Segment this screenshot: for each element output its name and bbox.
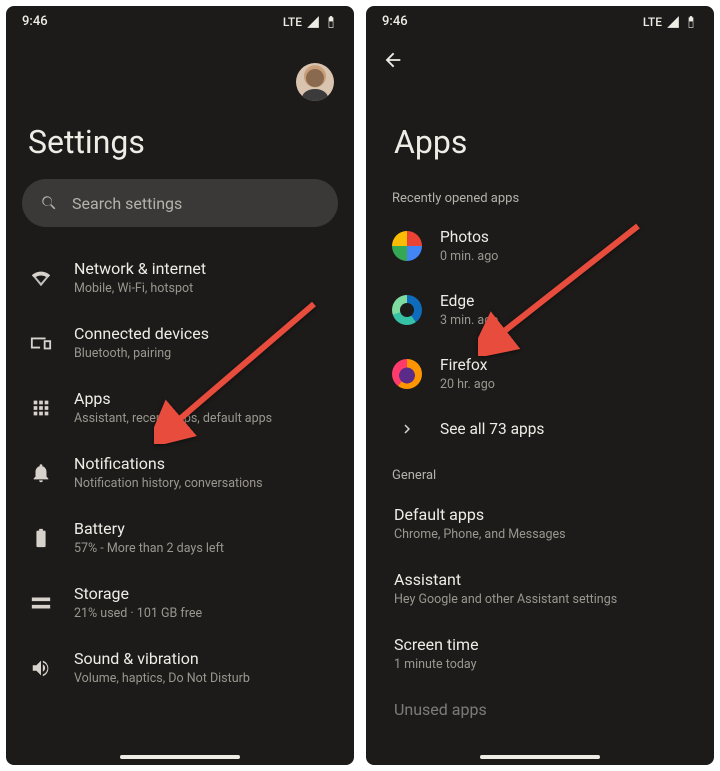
search-icon xyxy=(40,194,58,212)
item-sub: Assistant, recent apps, default apps xyxy=(74,411,332,426)
status-time: 9:46 xyxy=(382,14,408,29)
gen-label: Unused apps xyxy=(394,700,686,719)
item-label: Network & internet xyxy=(74,259,332,278)
see-all-label: See all 73 apps xyxy=(440,420,688,438)
arrow-back-icon xyxy=(382,49,404,71)
battery-std-icon xyxy=(28,525,54,551)
general-list: Default apps Chrome, Phone, and Messages… xyxy=(366,491,714,733)
settings-item-storage[interactable]: Storage 21% used · 101 GB free xyxy=(22,570,338,635)
app-sub: 0 min. ago xyxy=(440,249,688,264)
settings-screen: 9:46 LTE Settings Search settings Networ… xyxy=(6,6,354,765)
apps-icon xyxy=(28,395,54,421)
apps-screen: 9:46 LTE Apps Recently opened apps Photo… xyxy=(366,6,714,765)
app-item-edge[interactable]: Edge 3 min. ago xyxy=(378,278,702,342)
chevron-right-icon xyxy=(392,420,422,438)
signal-icon xyxy=(306,15,320,29)
firefox-app-icon xyxy=(392,359,422,389)
gen-sub: Chrome, Phone, and Messages xyxy=(394,527,686,542)
status-bar: 9:46 LTE xyxy=(366,6,714,33)
app-item-photos[interactable]: Photos 0 min. ago xyxy=(378,214,702,278)
signal-icon xyxy=(666,15,680,29)
settings-list: Network & internet Mobile, Wi-Fi, hotspot… xyxy=(6,245,354,700)
gen-sub: 1 minute today xyxy=(394,657,686,672)
settings-item-sound[interactable]: Sound & vibration Volume, haptics, Do Not… xyxy=(22,635,338,700)
recent-apps-list: Photos 0 min. ago Edge 3 min. ago Firefox 2… xyxy=(366,214,714,452)
item-sub: Bluetooth, pairing xyxy=(74,346,332,361)
settings-item-notifications[interactable]: Notifications Notification history, conve… xyxy=(22,440,338,505)
general-item-screen-time[interactable]: Screen time 1 minute today xyxy=(380,621,700,686)
item-sub: 21% used · 101 GB free xyxy=(74,606,332,621)
status-time: 9:46 xyxy=(22,14,48,29)
photos-app-icon xyxy=(392,231,422,261)
item-label: Connected devices xyxy=(74,324,332,343)
gen-label: Screen time xyxy=(394,635,686,654)
network-label: LTE xyxy=(643,15,662,29)
nav-handle[interactable] xyxy=(120,755,240,759)
page-title: Settings xyxy=(6,101,354,179)
search-settings[interactable]: Search settings xyxy=(22,179,338,227)
general-item-assistant[interactable]: Assistant Hey Google and other Assistant… xyxy=(380,556,700,621)
settings-item-connected-devices[interactable]: Connected devices Bluetooth, pairing xyxy=(22,310,338,375)
item-label: Storage xyxy=(74,584,332,603)
general-item-unused-apps[interactable]: Unused apps xyxy=(380,686,700,733)
bell-icon xyxy=(28,460,54,486)
item-label: Apps xyxy=(74,389,332,408)
gen-sub: Hey Google and other Assistant settings xyxy=(394,592,686,607)
status-icons: LTE xyxy=(643,15,698,29)
general-header: General xyxy=(366,468,714,491)
app-label: Photos xyxy=(440,228,688,246)
item-sub: Notification history, conversations xyxy=(74,476,332,491)
profile-avatar[interactable] xyxy=(296,63,334,101)
search-placeholder: Search settings xyxy=(72,194,182,213)
edge-app-icon xyxy=(392,295,422,325)
app-sub: 20 hr. ago xyxy=(440,377,688,392)
see-all-apps[interactable]: See all 73 apps xyxy=(378,406,702,452)
devices-icon xyxy=(28,330,54,356)
item-sub: Volume, haptics, Do Not Disturb xyxy=(74,671,332,686)
app-sub: 3 min. ago xyxy=(440,313,688,328)
item-sub: 57% - More than 2 days left xyxy=(74,541,332,556)
gen-label: Assistant xyxy=(394,570,686,589)
status-icons: LTE xyxy=(283,15,338,29)
nav-handle[interactable] xyxy=(480,755,600,759)
settings-item-battery[interactable]: Battery 57% - More than 2 days left xyxy=(22,505,338,570)
network-label: LTE xyxy=(283,15,302,29)
battery-icon xyxy=(324,15,338,29)
sound-icon xyxy=(28,655,54,681)
item-sub: Mobile, Wi-Fi, hotspot xyxy=(74,281,332,296)
item-label: Notifications xyxy=(74,454,332,473)
item-label: Battery xyxy=(74,519,332,538)
settings-item-apps[interactable]: Apps Assistant, recent apps, default apps xyxy=(22,375,338,440)
storage-icon xyxy=(28,590,54,616)
wifi-icon xyxy=(28,265,54,291)
app-label: Firefox xyxy=(440,356,688,374)
battery-icon xyxy=(684,15,698,29)
page-title: Apps xyxy=(366,75,714,191)
item-label: Sound & vibration xyxy=(74,649,332,668)
gen-label: Default apps xyxy=(394,505,686,524)
back-button[interactable] xyxy=(382,49,404,75)
recent-header: Recently opened apps xyxy=(366,191,714,214)
general-item-default-apps[interactable]: Default apps Chrome, Phone, and Messages xyxy=(380,491,700,556)
app-item-firefox[interactable]: Firefox 20 hr. ago xyxy=(378,342,702,406)
status-bar: 9:46 LTE xyxy=(6,6,354,33)
app-label: Edge xyxy=(440,292,688,310)
settings-item-network[interactable]: Network & internet Mobile, Wi-Fi, hotspot xyxy=(22,245,338,310)
